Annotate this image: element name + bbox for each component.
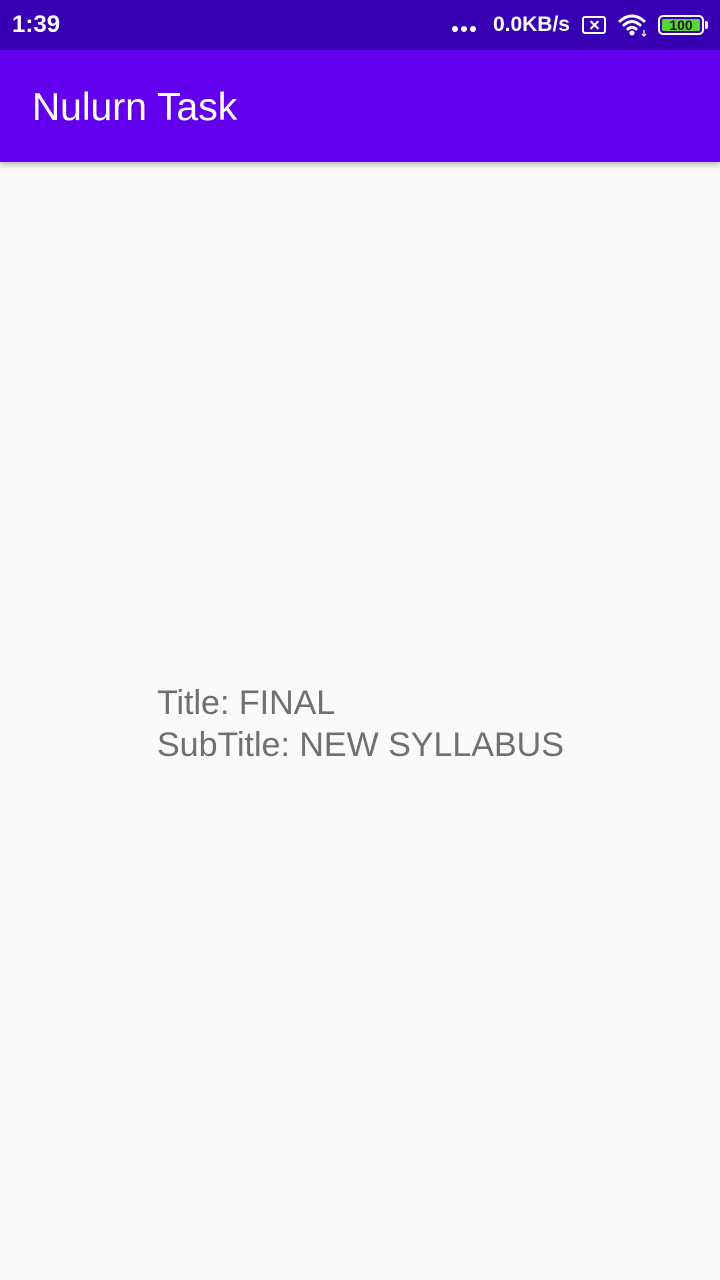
status-bar: 1:39 0.0KB/s 100 xyxy=(0,0,720,50)
battery-level: 100 xyxy=(669,17,693,33)
screen: 1:39 0.0KB/s 100 Nulurn Task Title: FINA… xyxy=(0,0,720,1280)
app-title: Nulurn Task xyxy=(32,86,238,129)
network-speed: 0.0KB/s xyxy=(492,13,570,36)
wifi-icon xyxy=(618,14,647,37)
title-line: Title: FINAL xyxy=(157,684,336,722)
battery-icon: 100 xyxy=(658,15,704,35)
status-time: 1:39 xyxy=(12,11,61,38)
subtitle-line: SubTitle: NEW SYLLABUS xyxy=(157,726,564,764)
battery-nub xyxy=(705,21,708,29)
content-text: Title: FINAL SubTitle: NEW SYLLABUS xyxy=(157,682,564,766)
more-dots-icon xyxy=(451,26,479,32)
no-sim-icon xyxy=(582,16,606,34)
app-bar: Nulurn Task xyxy=(0,50,720,162)
status-icons: 0.0KB/s 100 xyxy=(451,0,708,50)
